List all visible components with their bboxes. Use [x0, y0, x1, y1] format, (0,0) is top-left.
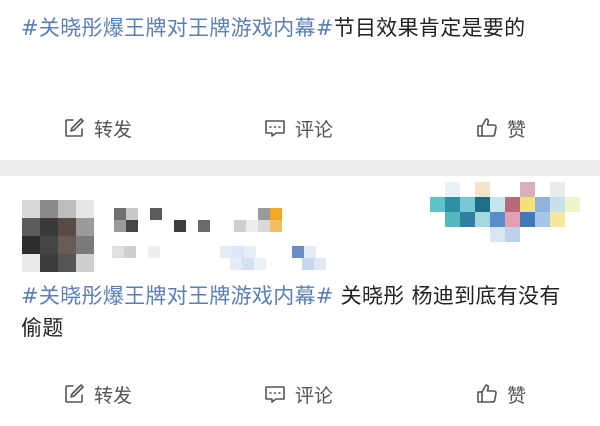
- post-meta-blurred: [230, 258, 326, 270]
- repost-label: 转发: [94, 118, 133, 141]
- author-name-blurred: [234, 220, 282, 232]
- comment-button[interactable]: 评论: [263, 374, 333, 414]
- repost-label: 转发: [94, 384, 133, 407]
- author-name-blurred: [114, 220, 210, 232]
- like-label: 赞: [507, 384, 527, 407]
- action-bar: 转发 评论 赞: [0, 108, 600, 148]
- post-body-text: 节目效果肯定是要的: [333, 16, 526, 40]
- thumbs-up-icon: [477, 118, 497, 137]
- comment-label: 评论: [295, 118, 334, 141]
- author-name-blurred: [246, 208, 282, 220]
- post-card: #关晓彤爆王牌对王牌游戏内幕# 关晓彤 杨迪到底有没有偷题 转发 评论 赞: [0, 176, 600, 426]
- avatar[interactable]: [22, 200, 94, 272]
- comment-button[interactable]: 评论: [263, 108, 333, 148]
- like-button[interactable]: 赞: [475, 374, 526, 414]
- edit-square-icon: [65, 384, 84, 403]
- comment-label: 评论: [295, 384, 334, 407]
- repost-button[interactable]: 转发: [62, 108, 132, 148]
- comment-bubble-icon: [265, 386, 285, 403]
- comment-bubble-icon: [265, 120, 285, 137]
- post-meta-blurred: [112, 246, 316, 258]
- post-text: #关晓彤爆王牌对王牌游戏内幕# 关晓彤 杨迪到底有没有偷题: [21, 280, 581, 344]
- thumbs-up-icon: [477, 384, 497, 403]
- hashtag-link[interactable]: #关晓彤爆王牌对王牌游戏内幕#: [21, 284, 334, 308]
- hashtag-link[interactable]: #关晓彤爆王牌对王牌游戏内幕#: [21, 16, 334, 40]
- post-text: #关晓彤爆王牌对王牌游戏内幕#节目效果肯定是要的: [21, 12, 581, 44]
- follow-badge-blurred[interactable]: [430, 182, 580, 242]
- like-label: 赞: [507, 118, 527, 141]
- action-bar: 转发 评论 赞: [0, 374, 600, 414]
- post-divider: [0, 160, 600, 176]
- post-card: #关晓彤爆王牌对王牌游戏内幕#节目效果肯定是要的 转发 评论 赞: [0, 0, 600, 160]
- like-button[interactable]: 赞: [475, 108, 526, 148]
- author-name-blurred[interactable]: [114, 208, 162, 220]
- repost-button[interactable]: 转发: [62, 374, 132, 414]
- author-header: [0, 176, 600, 276]
- edit-square-icon: [65, 118, 84, 137]
